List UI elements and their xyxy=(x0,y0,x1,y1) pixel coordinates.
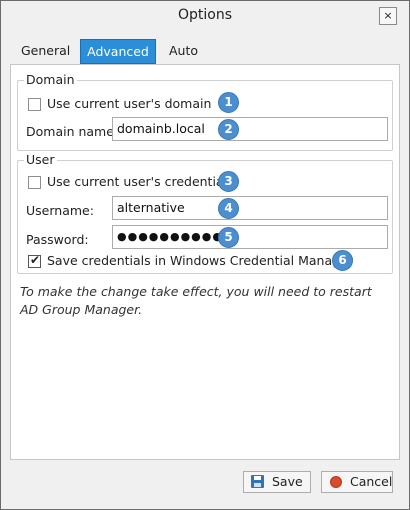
save-button-label: Save xyxy=(272,474,303,489)
use-current-domain-checkbox[interactable] xyxy=(28,98,41,111)
checkmark-icon: ✔ xyxy=(30,253,41,267)
domain-name-input[interactable]: domainb.local xyxy=(112,117,388,141)
username-label: Username: xyxy=(26,203,94,218)
save-credentials-checkbox[interactable]: ✔ xyxy=(28,253,41,268)
callout-badge-2: 2 xyxy=(218,119,239,140)
username-input[interactable]: alternative xyxy=(112,196,388,220)
cancel-button-label: Cancel xyxy=(350,474,393,489)
callout-badge-3: 3 xyxy=(218,171,239,192)
domain-name-label: Domain name: xyxy=(26,124,119,139)
tab-auto-updates[interactable]: Auto updates xyxy=(161,39,228,82)
domain-group-label: Domain xyxy=(24,72,77,87)
callout-badge-5: 5 xyxy=(218,227,239,248)
close-button[interactable]: × xyxy=(379,7,397,25)
password-input[interactable]: ●●●●●●●●●●● xyxy=(112,225,388,249)
tab-general[interactable]: General xyxy=(13,39,78,64)
use-current-domain-label[interactable]: Use current user's domain xyxy=(47,96,211,111)
callout-badge-4: 4 xyxy=(218,198,239,219)
tab-advanced[interactable]: Advanced xyxy=(80,39,156,64)
title-bar: Options × xyxy=(1,1,409,33)
user-group-label: User xyxy=(24,152,57,167)
advanced-panel: Domain Use current user's domain 1 Domai… xyxy=(10,64,400,460)
callout-badge-1: 1 xyxy=(218,92,239,113)
use-current-credentials-label[interactable]: Use current user's credentials xyxy=(47,174,234,189)
floppy-disk-icon xyxy=(251,475,264,488)
close-icon: × xyxy=(383,9,393,22)
options-window: Options × General Advanced Auto updates … xyxy=(0,0,410,510)
use-current-credentials-checkbox[interactable] xyxy=(28,176,41,189)
cancel-icon xyxy=(330,476,342,488)
save-credentials-label[interactable]: Save credentials in Windows Credential M… xyxy=(47,253,353,268)
password-label: Password: xyxy=(26,232,89,247)
callout-badge-6: 6 xyxy=(332,250,353,271)
restart-note: To make the change take effect, you will… xyxy=(20,284,372,317)
window-title: Options xyxy=(177,7,233,23)
save-button[interactable]: Save xyxy=(243,471,311,493)
cancel-button[interactable]: Cancel xyxy=(321,471,393,493)
